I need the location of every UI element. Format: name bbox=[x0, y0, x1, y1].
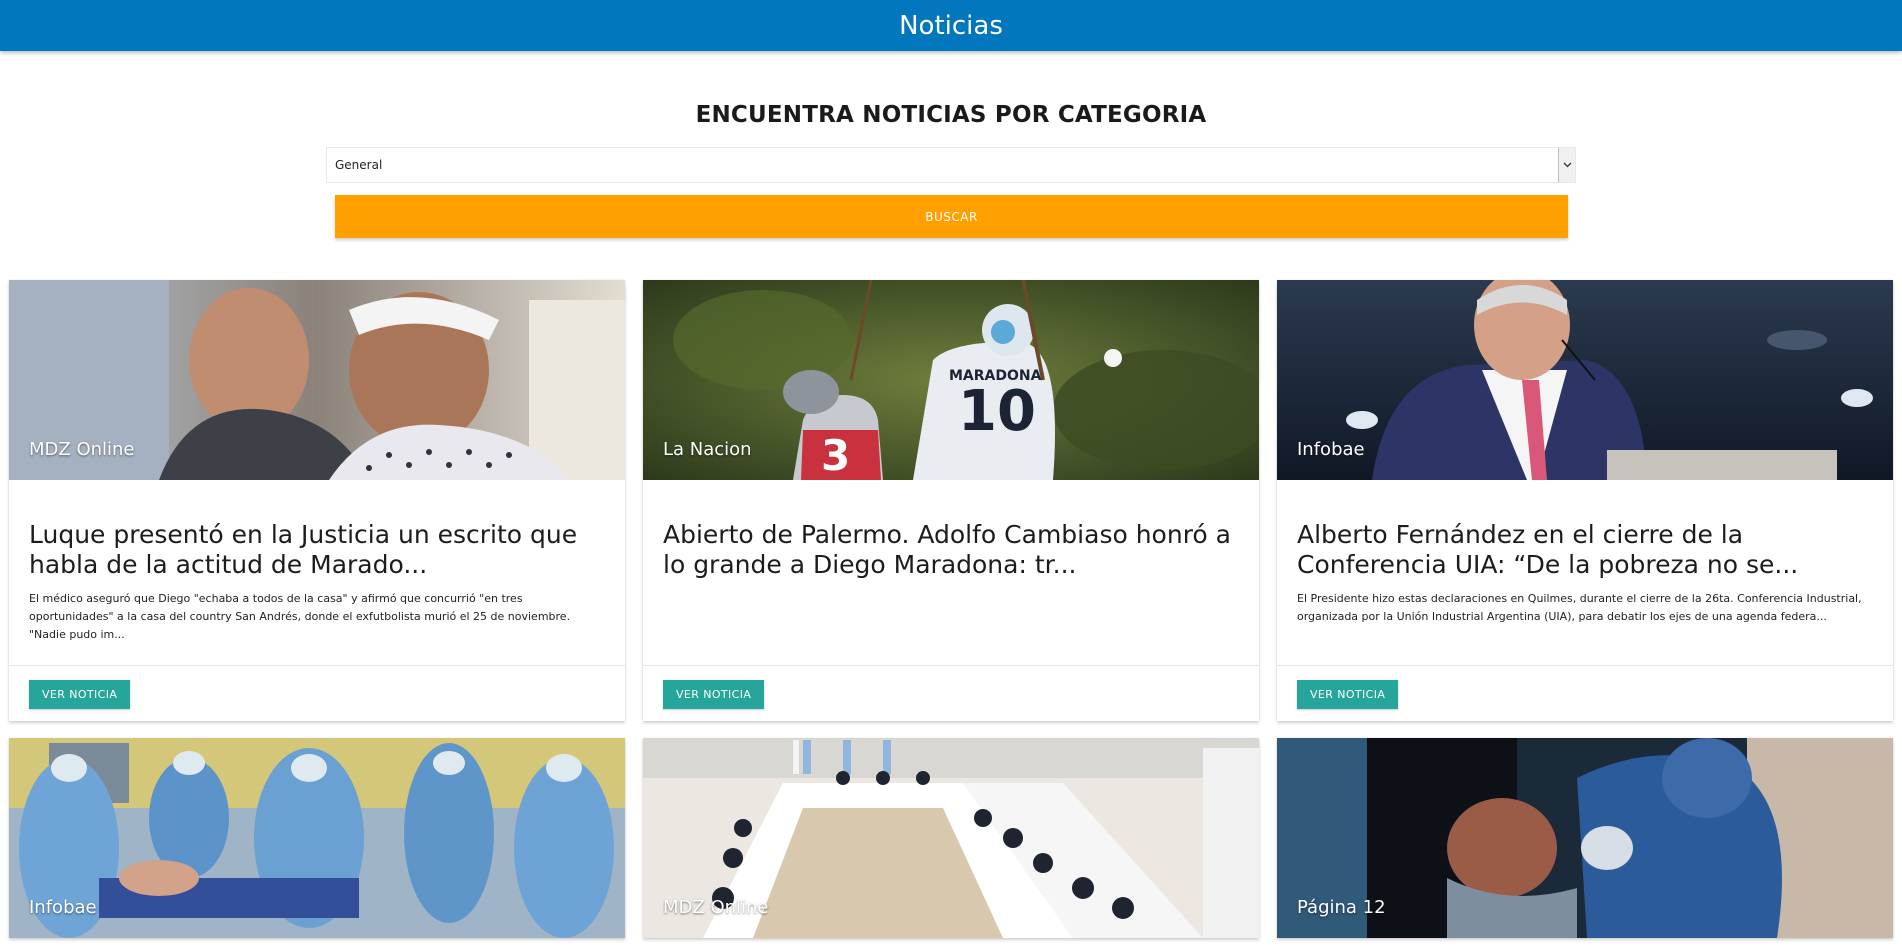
ver-noticia-button[interactable]: VER NOTICIA bbox=[29, 680, 131, 709]
card-action: VER NOTICIA bbox=[643, 665, 1259, 721]
news-description: El médico aseguró que Diego "echaba a to… bbox=[29, 592, 571, 641]
news-source: La Nacion bbox=[663, 439, 752, 460]
ver-noticia-button[interactable]: VER NOTICIA bbox=[1297, 680, 1399, 709]
news-source: MDZ Online bbox=[663, 897, 769, 918]
news-title: Alberto Fernández en el cierre de la Con… bbox=[1297, 520, 1799, 579]
card-action: VER NOTICIA bbox=[9, 665, 625, 721]
news-title: Abierto de Palermo. Adolfo Cambiaso honr… bbox=[663, 520, 1231, 579]
chevron-down-icon[interactable] bbox=[1558, 148, 1575, 182]
news-description: El Presidente hizo estas declaraciones e… bbox=[1297, 592, 1862, 623]
category-select[interactable]: General bbox=[326, 147, 1576, 183]
app-title: Noticias bbox=[899, 10, 1003, 41]
news-source: Infobae bbox=[1297, 439, 1365, 460]
news-card: Infobae bbox=[9, 738, 625, 938]
card-action: VER NOTICIA bbox=[1277, 665, 1893, 721]
search-button[interactable]: BUSCAR bbox=[335, 195, 1568, 238]
news-image[interactable]: MDZ Online bbox=[643, 738, 1259, 938]
news-card: 3 10 MARADONA La Nacion Abierto de Paler… bbox=[643, 280, 1259, 721]
svg-text:MARADONA: MARADONA bbox=[949, 368, 1042, 384]
news-image[interactable]: 3 10 MARADONA La Nacion bbox=[643, 280, 1259, 480]
svg-text:10: 10 bbox=[958, 379, 1036, 444]
news-card: MDZ Online bbox=[643, 738, 1259, 938]
news-image[interactable]: MDZ Online bbox=[9, 280, 625, 480]
app-bar: Noticias bbox=[0, 0, 1902, 51]
ver-noticia-button[interactable]: VER NOTICIA bbox=[663, 680, 765, 709]
news-card: Página 12 bbox=[1277, 738, 1893, 938]
news-image[interactable]: Infobae bbox=[9, 738, 625, 938]
search-heading: ENCUENTRA NOTICIAS POR CATEGORIA bbox=[695, 102, 1207, 128]
news-source: MDZ Online bbox=[29, 439, 135, 460]
card-content: Luque presentó en la Justicia un escrito… bbox=[9, 480, 625, 665]
category-select-value: General bbox=[335, 158, 383, 172]
card-content: Alberto Fernández en el cierre de la Con… bbox=[1277, 480, 1893, 665]
news-card: Infobae Alberto Fernández en el cierre d… bbox=[1277, 280, 1893, 721]
news-source: Página 12 bbox=[1297, 897, 1386, 918]
news-source: Infobae bbox=[29, 897, 97, 918]
news-image[interactable]: Página 12 bbox=[1277, 738, 1893, 938]
news-image[interactable]: Infobae bbox=[1277, 280, 1893, 480]
news-title: Luque presentó en la Justicia un escrito… bbox=[29, 520, 578, 579]
card-content: Abierto de Palermo. Adolfo Cambiaso honr… bbox=[643, 480, 1259, 665]
svg-text:3: 3 bbox=[821, 431, 850, 480]
news-card: MDZ Online Luque presentó en la Justicia… bbox=[9, 280, 625, 721]
